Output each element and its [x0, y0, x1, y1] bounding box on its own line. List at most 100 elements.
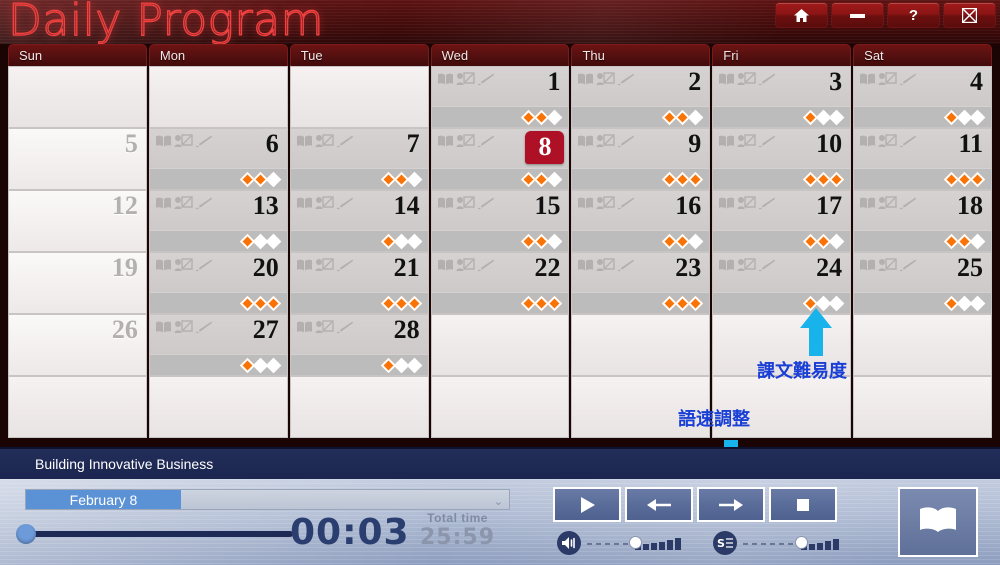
book-icon [859, 196, 876, 210]
calendar-week-row: 19 20 21 22 23 24 25 [8, 252, 993, 314]
day-number: 4 [970, 67, 984, 96]
seek-slider[interactable] [16, 524, 293, 544]
presentation-icon [596, 134, 616, 148]
presentation-icon [456, 72, 475, 86]
minimize-button[interactable] [831, 2, 884, 28]
calendar-header-sun: Sun [8, 44, 147, 66]
calendar-day-empty [8, 66, 147, 128]
calendar-day-25[interactable]: 25 [853, 252, 993, 314]
day-content-icons [577, 72, 635, 86]
play-button[interactable] [553, 487, 621, 522]
calendar-day-empty [8, 376, 147, 438]
calendar-day-16[interactable]: 16 [571, 190, 711, 252]
volume-slider-knob[interactable] [629, 536, 642, 549]
day-content-icons [155, 320, 213, 334]
book-icon [718, 72, 735, 86]
difficulty-rating [431, 292, 569, 313]
calendar-day-19: 19 [8, 252, 147, 314]
calendar-day-9[interactable]: 9 [571, 128, 711, 190]
calendar-day-22[interactable]: 22 [430, 252, 570, 314]
selected-day-number: 8 [525, 131, 565, 164]
date-select[interactable]: February 8 ⌄ [25, 489, 510, 510]
arrow-left-icon [646, 495, 672, 515]
help-icon: ? [908, 6, 919, 24]
difficulty-diamond-empty [265, 233, 281, 249]
calendar-day-10[interactable]: 10 [712, 128, 852, 190]
difficulty-rating [431, 230, 569, 251]
day-content-icons [718, 72, 776, 86]
player-bar: Building Innovative Business February 8 … [0, 447, 1000, 565]
calendar-day-1[interactable]: 1 [430, 66, 570, 128]
day-content-icons [296, 134, 354, 148]
help-button[interactable]: ? [887, 2, 940, 28]
difficulty-diamond-empty [828, 109, 845, 125]
presentation-icon [174, 196, 193, 210]
book-icon [155, 320, 172, 334]
difficulty-rating [854, 292, 992, 313]
day-number: 24 [816, 253, 843, 282]
calendar-day-18[interactable]: 18 [853, 190, 993, 252]
difficulty-rating [713, 106, 851, 127]
calendar-day-12: 12 [8, 190, 147, 252]
calendar-day-21[interactable]: 21 [289, 252, 429, 314]
difficulty-rating [854, 168, 992, 189]
day-number: 21 [393, 253, 420, 282]
presentation-icon [596, 196, 616, 210]
home-button[interactable] [775, 2, 828, 28]
calendar-day-27[interactable]: 27 [148, 314, 288, 376]
title-bar: Daily Program ? [0, 0, 1000, 44]
close-button[interactable] [943, 2, 996, 28]
calendar-day-8[interactable]: 8 [430, 128, 570, 190]
previous-button[interactable] [625, 487, 693, 522]
book-button[interactable] [898, 487, 978, 557]
calendar-day-17[interactable]: 17 [712, 190, 852, 252]
day-number: 19 [111, 253, 138, 282]
pencil-icon [477, 258, 495, 272]
calendar-day-24[interactable]: 24 [712, 252, 852, 314]
book-icon [437, 134, 454, 148]
volume-slider-track[interactable] [587, 535, 690, 551]
calendar-day-empty [148, 66, 288, 128]
presentation-icon [315, 320, 334, 334]
speed-slider-track[interactable] [743, 535, 846, 551]
volume-slider[interactable] [557, 531, 690, 555]
difficulty-diamond-empty [969, 295, 986, 311]
player-track-title: Building Innovative Business [0, 449, 1000, 479]
calendar-day-23[interactable]: 23 [571, 252, 711, 314]
calendar-day-7[interactable]: 7 [289, 128, 429, 190]
calendar-day-20[interactable]: 20 [148, 252, 288, 314]
calendar-day-11[interactable]: 11 [853, 128, 993, 190]
calendar-day-14[interactable]: 14 [289, 190, 429, 252]
calendar-day-3[interactable]: 3 [712, 66, 852, 128]
calendar-day-15[interactable]: 15 [430, 190, 570, 252]
calendar-day-empty [289, 376, 429, 438]
calendar-day-2[interactable]: 2 [571, 66, 711, 128]
book-icon [155, 134, 172, 148]
calendar-header-thu: Thu [571, 44, 711, 66]
day-content-icons [859, 258, 917, 272]
seek-slider-knob[interactable] [16, 524, 36, 544]
day-content-icons [859, 72, 917, 86]
presentation-icon [878, 196, 897, 210]
calendar-day-28[interactable]: 28 [289, 314, 429, 376]
next-button[interactable] [697, 487, 765, 522]
difficulty-rating [149, 292, 287, 313]
calendar-day-empty [571, 314, 711, 376]
day-number: 18 [957, 191, 984, 220]
difficulty-annotation-label: 課文難易度 [757, 361, 847, 382]
minimize-icon [850, 12, 865, 19]
day-number: 20 [252, 253, 279, 282]
calendar-day-4[interactable]: 4 [853, 66, 993, 128]
calendar-header-tue: Tue [289, 44, 429, 66]
day-content-icons [718, 134, 776, 148]
stop-button[interactable] [769, 487, 837, 522]
calendar-day-6[interactable]: 6 [148, 128, 288, 190]
presentation-icon [878, 72, 897, 86]
speed-slider[interactable]: S [713, 531, 846, 555]
presentation-icon [878, 258, 897, 272]
calendar-day-13[interactable]: 13 [148, 190, 288, 252]
difficulty-diamond-empty [547, 109, 563, 125]
total-time-value: 25:59 [420, 525, 496, 550]
speed-annotation-label: 語速調整 [678, 409, 750, 430]
speed-slider-knob[interactable] [795, 536, 808, 549]
